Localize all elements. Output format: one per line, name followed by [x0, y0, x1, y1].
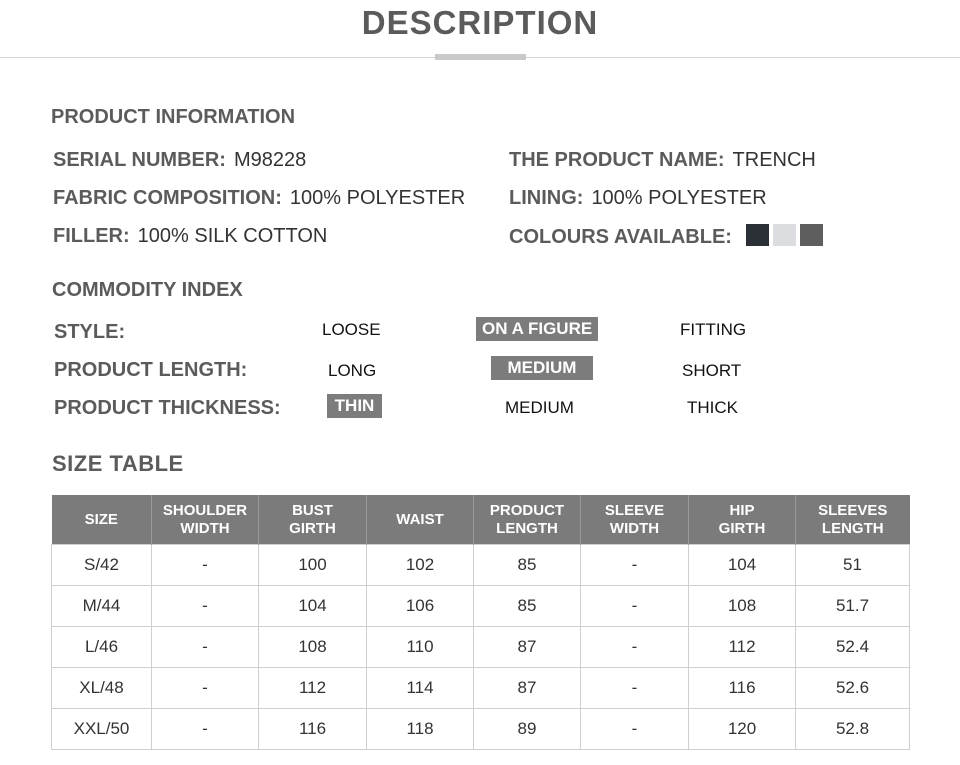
header-shoulder-width: SHOULDER WIDTH	[151, 495, 259, 545]
lining-value: 100% POLYESTER	[591, 187, 767, 209]
filler-value: 100% SILK COTTON	[137, 225, 328, 247]
product-information-heading: PRODUCT INFORMATION	[51, 106, 296, 128]
table-cell: M/44	[51, 585, 152, 627]
table-cell: 52.8	[795, 708, 910, 750]
thickness-option-thin: THIN	[327, 394, 382, 418]
serial-number-label: SERIAL NUMBER:	[53, 149, 226, 171]
colours-available-field: COLOURS AVAILABLE:	[509, 224, 827, 249]
table-cell: 51	[795, 544, 910, 586]
table-cell: 108	[688, 585, 796, 627]
table-cell: -	[151, 544, 259, 586]
table-cell: -	[151, 585, 259, 627]
product-length-label: PRODUCT LENGTH:	[54, 359, 248, 381]
lining-field: LINING: 100% POLYESTER	[509, 187, 767, 210]
style-label: STYLE:	[54, 321, 126, 343]
commodity-index-heading: COMMODITY INDEX	[52, 279, 243, 301]
fabric-composition-field: FABRIC COMPOSITION: 100% POLYESTER	[53, 187, 465, 210]
header-waist: WAIST	[366, 495, 474, 545]
size-table-heading: SIZE TABLE	[52, 451, 184, 476]
table-cell: 112	[258, 667, 367, 709]
table-cell: 114	[366, 667, 474, 709]
table-row: S/42-100 102 85-104 51	[51, 544, 910, 586]
table-cell: 85	[473, 544, 581, 586]
header-product-length: PRODUCT LENGTH	[473, 495, 581, 545]
header-bust-girth: BUST GIRTH	[258, 495, 367, 545]
header-hip-girth: HIP GIRTH	[688, 495, 796, 545]
table-cell: 52.6	[795, 667, 910, 709]
thickness-option-medium: MEDIUM	[505, 398, 574, 417]
colours-available-label: COLOURS AVAILABLE:	[509, 226, 732, 248]
table-cell: -	[151, 626, 259, 668]
serial-number-value: M98228	[233, 149, 307, 171]
table-cell: -	[580, 585, 689, 627]
table-cell: S/42	[51, 544, 152, 586]
length-option-medium: MEDIUM	[491, 356, 593, 380]
thickness-option-thick: THICK	[687, 398, 738, 417]
style-option-loose: LOOSE	[322, 320, 381, 339]
table-cell: 87	[473, 626, 581, 668]
filler-label: FILLER:	[53, 225, 130, 247]
header-size: SIZE	[51, 495, 152, 545]
table-cell: XXL/50	[51, 708, 152, 750]
table-cell: 102	[366, 544, 474, 586]
table-cell: 100	[258, 544, 367, 586]
header-sleeves-length: SLEEVES LENGTH	[795, 495, 910, 545]
length-option-short: SHORT	[682, 361, 742, 380]
table-row: L/46-108 110 87-112 52.4	[51, 626, 910, 668]
table-cell: 108	[258, 626, 367, 668]
table-cell: 112	[688, 626, 796, 668]
table-cell: 89	[473, 708, 581, 750]
table-cell: 104	[258, 585, 367, 627]
table-cell: -	[580, 708, 689, 750]
filler-field: FILLER: 100% SILK COTTON	[53, 225, 327, 248]
table-cell: -	[580, 626, 689, 668]
product-name-label: THE PRODUCT NAME:	[509, 149, 725, 171]
page-title: DESCRIPTION	[361, 4, 599, 41]
serial-number-field: SERIAL NUMBER: M98228	[53, 149, 306, 172]
table-cell: -	[580, 667, 689, 709]
table-cell: 116	[258, 708, 367, 750]
table-cell: 120	[688, 708, 796, 750]
table-cell: 104	[688, 544, 796, 586]
product-thickness-label: PRODUCT THICKNESS:	[54, 397, 281, 419]
table-cell: 51.7	[795, 585, 910, 627]
table-cell: -	[580, 544, 689, 586]
table-cell: 116	[688, 667, 796, 709]
table-cell: -	[151, 667, 259, 709]
product-name-field: THE PRODUCT NAME: TRENCH	[509, 149, 816, 172]
table-cell: 118	[366, 708, 474, 750]
table-row: M/44-104 106 85-108 51.7	[51, 585, 910, 627]
style-option-on-a-figure: ON A FIGURE	[476, 317, 599, 341]
colour-swatch	[799, 224, 823, 246]
table-cell: 52.4	[795, 626, 910, 668]
length-option-long: LONG	[328, 361, 377, 380]
table-cell: XL/48	[51, 667, 152, 709]
fabric-composition-label: FABRIC COMPOSITION:	[53, 187, 282, 209]
fabric-composition-value: 100% POLYESTER	[289, 187, 466, 209]
table-cell: 110	[366, 626, 474, 668]
table-cell: -	[151, 708, 259, 750]
lining-label: LINING:	[509, 187, 584, 209]
table-cell: 106	[366, 585, 474, 627]
style-option-fitting: FITTING	[680, 320, 747, 339]
table-cell: 85	[473, 585, 581, 627]
table-cell: 87	[473, 667, 581, 709]
title-underline-bar	[435, 54, 526, 60]
product-name-value: TRENCH	[732, 149, 816, 171]
header-sleeve-width: SLEEVE WIDTH	[580, 495, 689, 545]
colour-swatch	[745, 224, 769, 246]
size-table: SIZE SHOULDER WIDTH BUST GIRTH WAIST PRODU…	[51, 495, 910, 750]
table-cell: L/46	[51, 626, 152, 668]
table-row: XXL/50-116 118 89-120 52.8	[51, 708, 910, 750]
table-row: XL/48-112 114 87-116 52.6	[51, 667, 910, 709]
size-table-header-row: SIZE SHOULDER WIDTH BUST GIRTH WAIST PRODU…	[51, 495, 910, 545]
colour-swatch	[772, 224, 796, 246]
